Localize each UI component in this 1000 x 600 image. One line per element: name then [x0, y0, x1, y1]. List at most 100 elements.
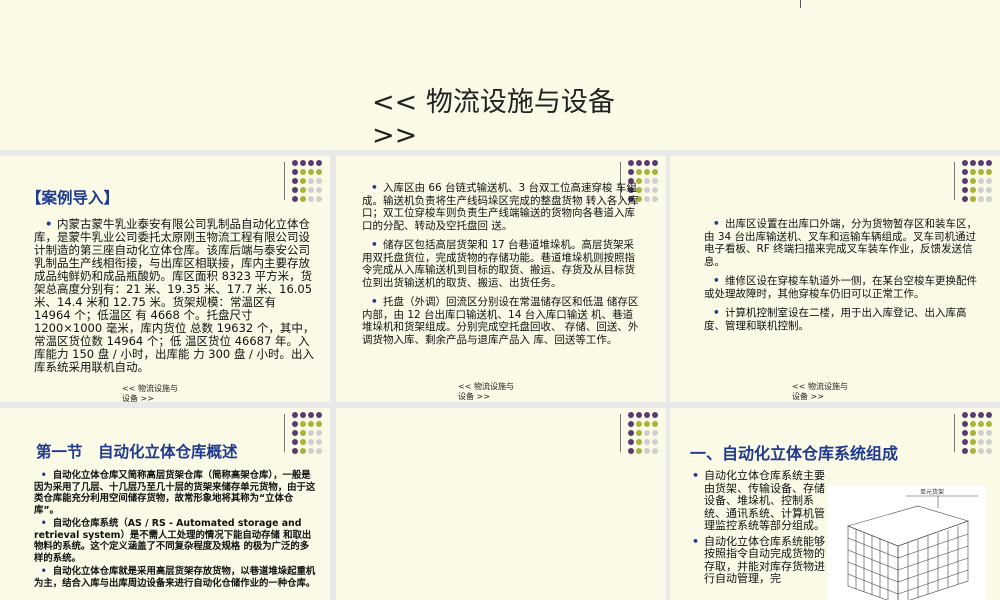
- decor-dot: [628, 430, 634, 436]
- decor-dot: [962, 448, 968, 454]
- decor-dot: [986, 187, 992, 193]
- bullet-list: 自动化立体仓库又简称高层货架仓库（简称高架仓库），一般是因为采用了几层、十几层乃…: [20, 470, 318, 591]
- decor-dot: [308, 178, 314, 184]
- decor-dot: [292, 187, 298, 193]
- decor-dot: [986, 430, 992, 436]
- decor-dot: [644, 178, 650, 184]
- decor-dot: [292, 448, 298, 454]
- decor-dot: [978, 178, 984, 184]
- decor-dots-icon: [962, 160, 996, 206]
- decor-dot: [636, 430, 642, 436]
- divider: [800, 0, 801, 8]
- decor-dots-icon: [292, 412, 326, 458]
- decor-dot: [978, 187, 984, 193]
- decor-dot: [292, 178, 298, 184]
- slide-footer: << 物流设施与设备 >>: [122, 384, 178, 402]
- decor-dot: [628, 412, 634, 418]
- decor-dot: [636, 412, 642, 418]
- decor-dot: [644, 421, 650, 427]
- bullet-list: 入库区由 66 台链式输送机、3 台双工位高速穿梭 车组成。输送机负责将生产线码…: [348, 182, 642, 353]
- slide-storage-areas[interactable]: 入库区由 66 台链式输送机、3 台双工位高速穿梭 车组成。输送机负责将生产线码…: [336, 156, 666, 402]
- decor-dot: [300, 439, 306, 445]
- slide-system-composition[interactable]: 一、自动化立体仓库系统组成 自动化立体仓库系统主要由货架、传输设备、存储设备、堆…: [670, 408, 1000, 600]
- decor-dot: [292, 430, 298, 436]
- decor-dot: [652, 412, 658, 418]
- slide-heading: 【案例导入】: [26, 189, 120, 207]
- slide-section-one[interactable]: 第一节 自动化立体仓库概述 自动化立体仓库又简称高层货架仓库（简称高架仓库），一…: [0, 408, 330, 600]
- decor-dot: [300, 430, 306, 436]
- bullet-list: 自动化立体仓库系统主要由货架、传输设备、存储设备、堆垛机、控制系统、通讯系统、计…: [690, 469, 830, 589]
- decor-dot: [292, 421, 298, 427]
- slide-outbound-area[interactable]: 出库区设置在出库口外端，分为货物暂存区和装车区，由 34 台出库输送机、叉车和运…: [670, 156, 1000, 402]
- decor-dot: [300, 421, 306, 427]
- decor-dot: [962, 160, 968, 166]
- decor-dot: [986, 412, 992, 418]
- decor-dot: [316, 178, 322, 184]
- decor-dot: [970, 187, 976, 193]
- decor-dot: [978, 169, 984, 175]
- list-item: 维修区设在穿梭车轨道外一侧，在某台空梭车更换配件或处理故障时，其他穿梭车仍旧可以…: [690, 275, 984, 300]
- decor-dot: [962, 169, 968, 175]
- slide-footer: << 物流设施与设备 >>: [458, 382, 514, 401]
- decor-dot: [636, 421, 642, 427]
- slide-blank[interactable]: [336, 408, 666, 600]
- decor-dot: [978, 448, 984, 454]
- page-title: << 物流设施与设备 >>: [372, 87, 615, 151]
- decor-dot: [986, 448, 992, 454]
- list-item: 计算机控制室设在二楼，用于出入库登记、出入库高度、管理和联机控制。: [690, 307, 984, 332]
- decor-dot: [644, 169, 650, 175]
- list-item: 储存区包括高层货架和 17 台巷道堆垛机。高层货架采用双托盘货位，完成货物的存储…: [348, 239, 642, 289]
- decor-dots-icon: [962, 412, 996, 458]
- decor-dot: [978, 160, 984, 166]
- list-item: 自动化立体仓库又简称高层货架仓库（简称高架仓库），一般是因为采用了几层、十几层乃…: [20, 470, 318, 516]
- decor-dot: [652, 169, 658, 175]
- decor-dot: [308, 169, 314, 175]
- decor-dot: [308, 448, 314, 454]
- decor-dot: [644, 160, 650, 166]
- diagram-label: 单元货架: [920, 488, 944, 496]
- decor-dot: [628, 169, 634, 175]
- decor-dot: [652, 178, 658, 184]
- decor-dot: [636, 439, 642, 445]
- decor-dot: [970, 178, 976, 184]
- decor-dot: [316, 439, 322, 445]
- decor-dot: [978, 439, 984, 445]
- decor-dot: [292, 160, 298, 166]
- decor-dot: [986, 196, 992, 202]
- decor-dot: [628, 160, 634, 166]
- decor-dot: [970, 439, 976, 445]
- decor-dot: [652, 160, 658, 166]
- decor-dot: [316, 169, 322, 175]
- decor-dot: [308, 196, 314, 202]
- list-item: 内蒙古蒙牛乳业泰安有限公司乳制品自动化立体仓库，是蒙牛乳业公司委托太原刚玉物流工…: [20, 218, 316, 374]
- decor-dot: [652, 421, 658, 427]
- decor-dot: [970, 160, 976, 166]
- decor-dot: [962, 430, 968, 436]
- decor-dot: [300, 196, 306, 202]
- decor-dot: [636, 160, 642, 166]
- decor-dot: [292, 412, 298, 418]
- bullet-list: 内蒙古蒙牛乳业泰安有限公司乳制品自动化立体仓库，是蒙牛乳业公司委托太原刚玉物流工…: [20, 218, 316, 374]
- decor-dot: [628, 439, 634, 445]
- decor-dot: [292, 169, 298, 175]
- decor-dot: [962, 412, 968, 418]
- list-item: 出库区设置在出库口外端，分为货物暂存区和装车区，由 34 台出库输送机、叉车和运…: [690, 218, 984, 268]
- slide-heading: 第一节 自动化立体仓库概述: [36, 443, 238, 461]
- decor-dot: [962, 439, 968, 445]
- decor-dot: [628, 421, 634, 427]
- slide-case-intro[interactable]: 【案例导入】 内蒙古蒙牛乳业泰安有限公司乳制品自动化立体仓库，是蒙牛乳业公司委托…: [0, 156, 330, 402]
- list-item: 自动化立体仓库就是采用高层货架存放货物，以巷道堆垛起重机为主，结合入库与出库周边…: [20, 566, 318, 589]
- decor-dot: [644, 412, 650, 418]
- decor-dot: [978, 421, 984, 427]
- decor-dot: [300, 187, 306, 193]
- decor-dot: [292, 439, 298, 445]
- title-slide: << 物流设施与设备 >>: [0, 0, 1000, 151]
- decor-dot: [962, 421, 968, 427]
- decor-dot: [986, 169, 992, 175]
- decor-dot: [970, 169, 976, 175]
- bullet-list: 出库区设置在出库口外端，分为货物暂存区和装车区，由 34 台出库输送机、叉车和运…: [690, 218, 984, 339]
- decor-dot: [652, 430, 658, 436]
- list-item: 托盘（外调）回流区分别设在常温储存区和低温 储存区内部，由 12 台出库口输送机…: [348, 296, 642, 346]
- decor-dot: [970, 421, 976, 427]
- decor-dot: [300, 160, 306, 166]
